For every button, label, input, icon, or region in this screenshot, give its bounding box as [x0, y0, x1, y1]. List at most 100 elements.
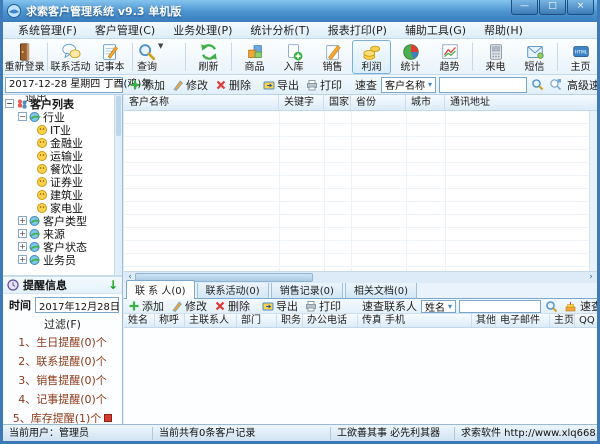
- birthday-search-label[interactable]: 速查生: [580, 299, 597, 314]
- status-motto: 工欲善其事 必先利其器: [331, 427, 455, 440]
- globe-category-icon: [29, 228, 41, 240]
- stock-in-button[interactable]: 入库: [274, 40, 313, 74]
- refresh-button[interactable]: 刷新: [189, 40, 228, 74]
- customer-delete-button[interactable]: 删除: [215, 77, 251, 93]
- customer-grid-body[interactable]: [124, 111, 597, 271]
- printer-icon: [305, 300, 317, 312]
- col-homepage[interactable]: 主页: [550, 314, 575, 327]
- column-header-address[interactable]: 通讯地址: [445, 95, 597, 110]
- contact-edit-button[interactable]: 修改: [171, 299, 207, 314]
- homepage-button[interactable]: HTML 主页: [561, 40, 600, 74]
- quick-search-field-select[interactable]: 客户名称 ▾: [381, 77, 436, 93]
- customer-export-button[interactable]: 导出: [263, 77, 299, 93]
- customer-add-button[interactable]: 添加: [129, 77, 165, 93]
- advanced-search-link[interactable]: 高级速查: [567, 77, 597, 93]
- notebook-button[interactable]: 记事本: [90, 40, 129, 74]
- statistics-button[interactable]: 统计: [391, 40, 430, 74]
- quick-search-input[interactable]: [439, 77, 527, 93]
- relogin-button[interactable]: 重新登录: [5, 40, 44, 74]
- tree-node-salesman[interactable]: + 业务员: [3, 253, 114, 266]
- quick-search-go-button[interactable]: [531, 78, 544, 91]
- customer-edit-button[interactable]: 修改: [172, 77, 208, 93]
- contact-delete-button[interactable]: 删除: [214, 299, 250, 314]
- column-header-country[interactable]: 国家: [324, 95, 351, 110]
- sales-button[interactable]: 销售: [313, 40, 352, 74]
- col-office-phone[interactable]: 办公电话: [303, 314, 358, 327]
- delete-x-icon: [215, 79, 227, 91]
- export-folder-icon: [263, 79, 275, 91]
- menu-tools[interactable]: 辅助工具(G): [396, 22, 475, 38]
- printer-icon: [306, 79, 318, 91]
- contact-export-button[interactable]: 导出: [262, 299, 298, 314]
- minimize-button[interactable]: —: [511, 0, 538, 15]
- col-main-contact[interactable]: 主联系人: [185, 314, 237, 327]
- col-email[interactable]: 电子邮件: [496, 314, 550, 327]
- alert-flag-icon: [104, 414, 112, 422]
- customer-delete-label: 删除: [229, 77, 251, 93]
- incoming-call-button[interactable]: 来电: [476, 40, 515, 74]
- contact-activity-button[interactable]: 联系活动: [51, 40, 90, 74]
- column-header-city[interactable]: 城市: [406, 95, 445, 110]
- contact-quick-search-input[interactable]: [459, 300, 541, 313]
- col-fax[interactable]: 传真: [358, 314, 381, 327]
- customer-grid-vscrollbar[interactable]: [589, 111, 597, 271]
- close-button[interactable]: ×: [567, 0, 594, 15]
- scroll-right-icon[interactable]: ›: [585, 272, 597, 283]
- col-position[interactable]: 职务: [277, 314, 303, 327]
- menu-business[interactable]: 业务处理(P): [164, 22, 241, 38]
- svg-text:HTML: HTML: [574, 50, 587, 56]
- customer-add-label: 添加: [143, 77, 165, 93]
- contact-quick-field-select[interactable]: 姓名 ▾: [421, 300, 456, 313]
- column-header-customer-name[interactable]: 客户名称: [124, 95, 279, 110]
- menu-help[interactable]: 帮助(H): [475, 22, 532, 38]
- relogin-label: 重新登录: [5, 62, 45, 74]
- menu-system[interactable]: 系统管理(F): [9, 22, 86, 38]
- collapse-icon[interactable]: −: [18, 112, 27, 121]
- contact-quick-search-label: 速查联系人: [362, 299, 417, 314]
- contact-search-go-button[interactable]: [545, 300, 558, 313]
- advanced-search-icon-button[interactable]: [549, 78, 562, 91]
- expand-icon[interactable]: +: [18, 216, 27, 225]
- query-button[interactable]: 查询 ▼: [136, 40, 182, 74]
- expand-icon[interactable]: +: [18, 229, 27, 238]
- col-other[interactable]: 其他: [472, 314, 496, 327]
- contact-grid-body[interactable]: [124, 328, 597, 424]
- birthday-search-button[interactable]: [564, 300, 577, 313]
- reminder-item-birthday[interactable]: 1、生日提醒(0)个: [3, 332, 122, 351]
- arrow-down-icon[interactable]: ↓: [108, 278, 118, 292]
- column-header-province[interactable]: 省份: [351, 95, 406, 110]
- expand-icon[interactable]: +: [18, 255, 27, 264]
- customer-print-button[interactable]: 打印: [306, 77, 342, 93]
- col-qq[interactable]: QQ: [575, 314, 597, 327]
- col-mobile[interactable]: 手机: [381, 314, 472, 327]
- customer-grid-hscrollbar[interactable]: ‹ ›: [124, 271, 597, 283]
- reminder-item-stock[interactable]: 5、库存提醒(1)个: [3, 408, 122, 424]
- action-row: 2017-12-28 星期四 丁酉(鸡)年 添加 修改 删除: [3, 75, 597, 95]
- reminder-filter-button[interactable]: 过滤(F): [3, 316, 122, 332]
- collapse-icon[interactable]: −: [5, 99, 14, 108]
- sms-button[interactable]: 短信: [515, 40, 554, 74]
- trend-button[interactable]: 趋势: [430, 40, 469, 74]
- menu-report[interactable]: 报表打印(P): [319, 22, 396, 38]
- edit-pencil-icon: [171, 300, 183, 312]
- contact-add-button[interactable]: 添加: [128, 299, 164, 314]
- menu-customer[interactable]: 客户管理(C): [86, 22, 164, 38]
- col-name[interactable]: 姓名: [124, 314, 155, 327]
- tab-contacts[interactable]: 联 系 人(0): [126, 280, 195, 299]
- reminder-date-select[interactable]: 2017年12月28日 ▾: [35, 297, 119, 313]
- col-salutation[interactable]: 称呼: [155, 314, 185, 327]
- maximize-button[interactable]: □: [539, 0, 566, 15]
- query-dropdown-arrow-icon[interactable]: ▼: [158, 42, 163, 50]
- contact-print-button[interactable]: 打印: [305, 299, 341, 314]
- column-header-keyword[interactable]: 关键字: [279, 95, 324, 110]
- profit-button[interactable]: 利润: [352, 40, 391, 74]
- tree-scrollbar[interactable]: [114, 95, 122, 275]
- menu-statistics[interactable]: 统计分析(T): [241, 22, 318, 38]
- reminder-item-contact[interactable]: 2、联系提醒(0)个: [3, 351, 122, 370]
- expand-icon[interactable]: +: [18, 242, 27, 251]
- stock-in-icon: [284, 42, 304, 62]
- reminder-item-note[interactable]: 4、记事提醒(0)个: [3, 389, 122, 408]
- col-department[interactable]: 部门: [237, 314, 277, 327]
- goods-button[interactable]: 商品: [235, 40, 274, 74]
- reminder-item-sales[interactable]: 3、销售提醒(0)个: [3, 370, 122, 389]
